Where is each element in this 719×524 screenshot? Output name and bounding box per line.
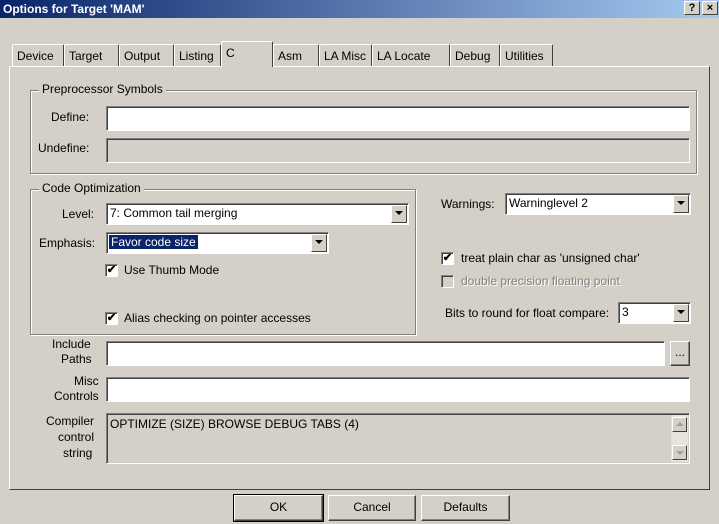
level-value: 7: Common tail merging xyxy=(110,206,238,220)
bits-round-label: Bits to round for float compare: xyxy=(445,306,610,320)
emphasis-label: Emphasis: xyxy=(39,236,96,250)
bits-round-value: 3 xyxy=(622,305,629,319)
misc-label-line2: Controls xyxy=(54,389,99,403)
cancel-button[interactable]: Cancel xyxy=(328,495,416,521)
include-paths-field[interactable] xyxy=(106,341,665,366)
level-label: Level: xyxy=(62,207,95,221)
warnings-value: Warninglevel 2 xyxy=(509,196,588,210)
chevron-down-icon[interactable] xyxy=(391,205,407,223)
include-label-line1: Include xyxy=(52,337,91,351)
define-label: Define: xyxy=(51,110,90,124)
misc-label-line1: Misc xyxy=(74,374,99,388)
warnings-dropdown[interactable]: Warninglevel 2 xyxy=(505,193,691,215)
window-title: Options for Target 'MAM' xyxy=(3,2,145,16)
compiler-label-line2: control xyxy=(58,430,95,444)
alias-checking-label: Alias checking on pointer accesses xyxy=(124,311,311,325)
chevron-down-icon[interactable] xyxy=(673,195,689,213)
help-button[interactable]: ? xyxy=(684,1,700,15)
preprocessor-legend: Preprocessor Symbols xyxy=(39,82,166,96)
thumb-mode-label: Use Thumb Mode xyxy=(124,263,220,277)
tab-output[interactable]: Output xyxy=(119,44,174,66)
tab-asm[interactable]: Asm xyxy=(273,44,319,66)
ok-button[interactable]: OK xyxy=(233,494,324,522)
close-button[interactable]: × xyxy=(702,1,718,15)
chevron-down-icon[interactable] xyxy=(673,304,689,322)
code-optimization-legend: Code Optimization xyxy=(39,181,144,195)
tab-utilities[interactable]: Utilities xyxy=(500,44,553,66)
define-field[interactable] xyxy=(106,106,690,131)
scroll-up-icon[interactable] xyxy=(672,417,687,432)
chevron-down-icon[interactable] xyxy=(311,234,327,252)
compiler-label-line1: Compiler xyxy=(46,414,95,428)
tab-c[interactable]: C xyxy=(221,41,273,67)
tab-debug[interactable]: Debug xyxy=(450,44,500,66)
tab-la-locate[interactable]: LA Locate xyxy=(372,44,450,66)
thumb-mode-checkbox[interactable]: ✔ xyxy=(105,264,118,277)
level-dropdown[interactable]: 7: Common tail merging xyxy=(106,203,409,225)
compiler-label-line3: string xyxy=(63,446,93,460)
scroll-down-icon[interactable] xyxy=(672,445,687,460)
undefine-field[interactable] xyxy=(106,138,690,163)
include-label-line2: Paths xyxy=(61,352,92,366)
undefine-label: Undefine: xyxy=(38,141,90,155)
misc-controls-field[interactable] xyxy=(106,377,690,402)
defaults-button[interactable]: Defaults xyxy=(421,495,510,521)
warnings-label: Warnings: xyxy=(441,197,495,211)
compiler-string-box[interactable]: OPTIMIZE (SIZE) BROWSE DEBUG TABS (4) xyxy=(106,413,690,464)
tab-la-misc[interactable]: LA Misc xyxy=(319,44,372,66)
bits-round-dropdown[interactable]: 3 xyxy=(618,302,691,324)
tab-target[interactable]: Target xyxy=(64,44,119,66)
plain-char-label: treat plain char as 'unsigned char' xyxy=(461,251,640,265)
compiler-string-value: OPTIMIZE (SIZE) BROWSE DEBUG TABS (4) xyxy=(110,417,359,431)
emphasis-dropdown[interactable]: Favor code size xyxy=(106,232,329,254)
tab-device[interactable]: Device xyxy=(12,44,64,66)
alias-checking-checkbox[interactable]: ✔ xyxy=(105,312,118,325)
tab-listing[interactable]: Listing xyxy=(174,44,221,66)
include-browse-button[interactable]: ... xyxy=(670,341,690,366)
plain-char-checkbox[interactable]: ✔ xyxy=(441,252,454,265)
double-precision-checkbox[interactable] xyxy=(441,275,454,288)
emphasis-value: Favor code size xyxy=(109,235,198,249)
double-precision-label: double precision floating point xyxy=(461,274,620,288)
